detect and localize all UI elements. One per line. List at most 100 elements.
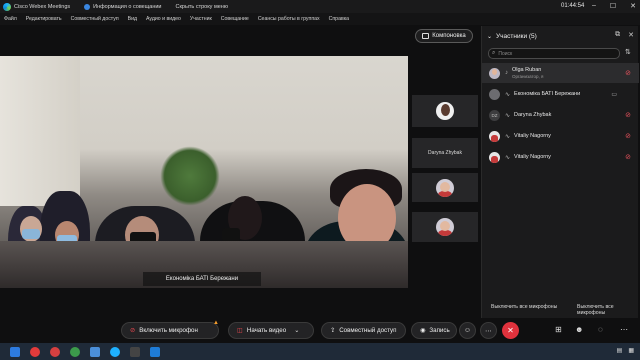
- start-video-label: Начать видео: [246, 327, 287, 334]
- more-icon: ⋯: [485, 327, 492, 335]
- participant-name: Vitaliy Nagorny: [514, 154, 551, 160]
- unmute-button[interactable]: ⊘ Включить микрофон: [121, 322, 219, 339]
- participant-avatar: [436, 178, 454, 197]
- tools: ⧉ ✕: [615, 31, 634, 39]
- participant-avatar: DZ: [489, 109, 500, 121]
- more-panels-icon[interactable]: ⋯: [620, 325, 628, 334]
- participant-row[interactable]: ∿ Vitaliy Nagorny ⊘: [482, 126, 639, 146]
- mic-muted-icon[interactable]: ⊘: [625, 153, 631, 161]
- menu-file[interactable]: Файл: [4, 16, 17, 22]
- chrome-icon[interactable]: [70, 346, 80, 357]
- mic-muted-icon[interactable]: ⊘: [625, 69, 631, 77]
- menu-share[interactable]: Совместный доступ: [71, 16, 119, 22]
- network-icon: ∿: [505, 91, 511, 98]
- main-video-name-label: Економіка БАТІ Бережани: [143, 272, 261, 286]
- warning-icon: ▲: [213, 320, 219, 326]
- participant-avatar: [489, 130, 500, 142]
- record-icon: ◉: [420, 327, 426, 334]
- smiley-icon: ☺: [463, 327, 472, 334]
- participants-toggle-icon[interactable]: ☻: [575, 325, 583, 334]
- search-icon: ⌕: [492, 50, 496, 56]
- mute-all-button[interactable]: Выключить все микрофоны: [491, 304, 557, 310]
- menu-help[interactable]: Справка: [329, 16, 349, 22]
- video-thumbnail[interactable]: [412, 173, 478, 202]
- minimize-icon[interactable]: –: [592, 2, 596, 10]
- mute-all-button[interactable]: Выключить все микрофоны: [577, 304, 638, 316]
- layout-button-label: Компоновка: [432, 33, 466, 39]
- mic-muted-icon[interactable]: ⊘: [625, 132, 631, 140]
- meeting-clock: 01:44:54: [561, 3, 585, 9]
- title-bar: Cisco Webex Meetings Информация о совеща…: [0, 0, 640, 13]
- opera-icon[interactable]: [30, 346, 40, 357]
- leave-meeting-button[interactable]: ✕: [502, 322, 519, 339]
- participant-row[interactable]: ∿ Економіка БАТІ Бережани ▭: [482, 84, 639, 104]
- sort-icon[interactable]: ⇅: [625, 48, 631, 56]
- share-label: Совместный доступ: [339, 327, 397, 334]
- participants-title: Участники (5): [496, 32, 537, 40]
- close-icon[interactable]: ✕: [630, 2, 636, 10]
- participants-header: ⌄ Участники (5) ⧉ ✕: [487, 30, 634, 42]
- start-video-button[interactable]: ◫ Начать видео ⌄: [228, 322, 314, 339]
- participant-row[interactable]: DZ ∿ Daryna Zhybak ⊘: [482, 105, 639, 125]
- menu-participant[interactable]: Участник: [190, 16, 212, 22]
- network-tray-icon[interactable]: ▤: [617, 347, 623, 354]
- apps-icon[interactable]: ⊞: [555, 325, 562, 334]
- network-icon: ∿: [505, 133, 511, 140]
- window-controls: – ☐ ✕: [592, 2, 636, 10]
- participant-avatar: [436, 218, 454, 236]
- maximize-icon[interactable]: ☐: [610, 2, 616, 10]
- camera-icon: ▭: [611, 91, 617, 98]
- language-indicator[interactable]: ▦: [628, 347, 634, 354]
- layout-grid-icon: [422, 33, 430, 39]
- meeting-info-label: Информация о совещании: [93, 3, 162, 10]
- meeting-info-button[interactable]: Информация о совещании: [84, 3, 162, 10]
- video-thumbnail[interactable]: Daryna Zhybak: [412, 138, 478, 168]
- participant-search-input[interactable]: ⌕ Поиск: [488, 48, 620, 59]
- menu-audio-video[interactable]: Аудио и видео: [146, 16, 181, 22]
- participants-panel: ⌄ Участники (5) ⧉ ✕ ⌕ Поиск ⇅ ♪ Olga Rub…: [481, 26, 639, 318]
- os-taskbar: ▤ ▦: [0, 343, 640, 360]
- hide-menu-bar-button[interactable]: Скрыть строку меню: [176, 4, 228, 10]
- record-button[interactable]: ◉ Запись: [411, 322, 457, 339]
- participant-name: Olga Ruban: [512, 67, 542, 73]
- webex-taskbar-icon[interactable]: [110, 346, 120, 357]
- main-video[interactable]: [0, 56, 408, 288]
- chevron-down-icon: ⌄: [294, 327, 300, 334]
- menu-edit[interactable]: Редактировать: [26, 16, 62, 22]
- network-icon: ∿: [505, 154, 511, 161]
- participant-avatar: [489, 88, 500, 100]
- video-off-icon: ◫: [237, 327, 243, 334]
- participant-avatar: [489, 67, 500, 79]
- info-icon: [84, 3, 91, 10]
- menu-meeting[interactable]: Совещание: [221, 16, 249, 22]
- app-icon[interactable]: [50, 346, 60, 357]
- participant-row[interactable]: ♪ Olga Ruban Организатор, я ⊘: [482, 63, 639, 83]
- video-thumbnail[interactable]: [412, 212, 478, 242]
- thumbnail-name: Daryna Zhybak: [428, 150, 462, 156]
- mic-muted-icon[interactable]: ⊘: [625, 111, 631, 119]
- video-thumbnail[interactable]: [412, 95, 478, 127]
- end-call-icon: ✕: [507, 326, 514, 335]
- participant-row[interactable]: ∿ Vitaliy Nagorny ⊘: [482, 147, 639, 167]
- plant: [160, 146, 220, 206]
- window-icon[interactable]: [130, 346, 140, 357]
- popout-icon[interactable]: ⧉: [615, 31, 620, 39]
- more-options-button[interactable]: ⋯: [480, 322, 497, 339]
- start-icon[interactable]: [10, 346, 20, 357]
- share-button[interactable]: ⇪ Совместный доступ: [321, 322, 406, 339]
- network-icon: ∿: [505, 112, 511, 119]
- layout-button[interactable]: Компоновка: [415, 29, 473, 43]
- meeting-controls: ⊘ Включить микрофон ▲ ◫ Начать видео ⌄ ⇪…: [0, 318, 640, 343]
- record-label: Запись: [429, 327, 450, 334]
- app-icon[interactable]: [150, 346, 160, 357]
- menu-view[interactable]: Вид: [128, 16, 137, 22]
- chat-icon[interactable]: ◌: [598, 325, 603, 334]
- collapse-chevron-icon[interactable]: ⌄: [487, 33, 492, 40]
- share-icon: ⇪: [330, 327, 336, 334]
- panel-close-icon[interactable]: ✕: [628, 31, 634, 39]
- participant-avatar: [489, 151, 500, 163]
- explorer-icon[interactable]: [90, 346, 100, 357]
- reactions-button[interactable]: ☺: [459, 322, 476, 339]
- mask: [22, 229, 40, 239]
- menu-breakout[interactable]: Сеансы работы в группах: [258, 16, 320, 22]
